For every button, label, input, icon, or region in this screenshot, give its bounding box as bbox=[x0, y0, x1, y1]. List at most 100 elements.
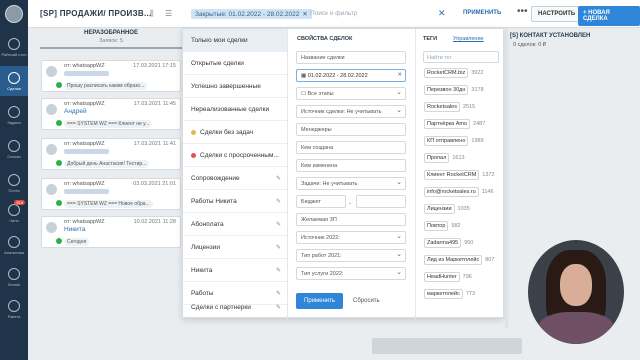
managers-field[interactable]: Менеджеры bbox=[296, 123, 406, 136]
tag-item[interactable]: маркетплейс 773 bbox=[424, 289, 475, 299]
close-icon[interactable]: ✕ bbox=[302, 11, 307, 18]
edit-pencil-icon[interactable]: ✎ bbox=[276, 244, 281, 251]
deal-card[interactable]: от: whatsappWZ 10.02.2021 11:28 Никита С… bbox=[41, 216, 181, 248]
tag-item[interactable]: Zadarma495 950 bbox=[424, 238, 473, 248]
tag-item[interactable]: Лид из Маркетплейс 807 bbox=[424, 255, 494, 265]
tag-label[interactable]: Перезвон 30дн bbox=[424, 85, 469, 95]
tag-search-input[interactable]: Найти тег bbox=[423, 51, 499, 63]
pipeline-title[interactable]: [SP] ПРОДАЖИ/ ПРОИЗВ... bbox=[40, 9, 152, 18]
tag-item[interactable]: Партнёрка Amo 2487 bbox=[424, 119, 485, 129]
sidebar-item-lists[interactable]: Списки bbox=[0, 134, 28, 164]
preset-nikita-works[interactable]: Работы Никита ✎ bbox=[183, 190, 287, 213]
deal-card[interactable]: от: whatsappWZ 17.03.2021 17:15 Прошу ра… bbox=[41, 60, 181, 92]
tag-label[interactable]: info@rocketsales.ru bbox=[424, 187, 479, 197]
active-filter-chip[interactable]: Закрытые: 01.02.2022 - 28.02.2022 ✕ bbox=[191, 9, 312, 19]
work-type-select[interactable]: Тип работ 2021: bbox=[296, 249, 406, 262]
tasks-select[interactable]: Задачи: Не учитывать bbox=[296, 177, 406, 190]
card-contact-name[interactable]: Андрей bbox=[64, 108, 87, 115]
more-options-icon[interactable]: ••• bbox=[517, 6, 528, 17]
preset-licenses[interactable]: Лицензии ✎ bbox=[183, 236, 287, 259]
sidebar-item-dashboard[interactable]: Рабочий стол bbox=[0, 32, 28, 62]
new-deal-button[interactable]: + НОВАЯ СДЕЛКА bbox=[578, 6, 640, 26]
preset-open-deals[interactable]: Открытые сделки bbox=[183, 52, 287, 75]
stages-select[interactable]: ☐ Все этапы bbox=[296, 87, 406, 100]
deal-card[interactable]: от: whatsappWZ 17.03.2021 11:45 Андрей =… bbox=[41, 98, 181, 130]
column-divider bbox=[40, 47, 182, 49]
tag-label[interactable]: Rocketsales bbox=[424, 102, 460, 112]
sidebar-item-deals[interactable]: Сделки bbox=[0, 66, 28, 96]
sidebar-item-analytics[interactable]: Аналитика bbox=[0, 230, 28, 260]
tag-item[interactable]: Клиент RocketCRM 1372 bbox=[424, 170, 495, 180]
preset-label: Сделки с партнерки bbox=[191, 304, 251, 311]
edit-pencil-icon[interactable]: ✎ bbox=[276, 198, 281, 205]
sidebar-item-tasks[interactable]: Задачи bbox=[0, 100, 28, 130]
date-range-field[interactable]: ▦ 01.02.2022 - 28.02.2022 ✕ bbox=[296, 69, 406, 82]
preset-support[interactable]: Сопровождение ✎ bbox=[183, 167, 287, 190]
preset-overdue-tasks[interactable]: Сделки с просроченным... bbox=[183, 144, 287, 167]
card-source: от: whatsappWZ bbox=[64, 141, 105, 147]
tag-label[interactable]: КП отправлено bbox=[424, 136, 469, 146]
tag-label[interactable]: Партнёрка Amo bbox=[424, 119, 471, 129]
edit-pencil-icon[interactable]: ✎ bbox=[276, 267, 281, 274]
tag-item[interactable]: info@rocketsales.ru 1146 bbox=[424, 187, 494, 197]
clear-date-icon[interactable]: ✕ bbox=[397, 72, 402, 78]
preset-no-tasks[interactable]: Сделки без задач bbox=[183, 121, 287, 144]
deal-card[interactable]: от: whatsappWZ 03.03.2021 21:01 === SYST… bbox=[41, 178, 181, 210]
tag-item[interactable]: RocketCRM.biz 3922 bbox=[424, 68, 483, 78]
changed-by-field[interactable]: Кем изменена bbox=[296, 159, 406, 172]
tag-label[interactable]: Лицензии bbox=[424, 204, 455, 214]
kanban-view-icon[interactable]: ⫼ bbox=[150, 9, 160, 18]
deal-name-input[interactable]: Название сделки bbox=[296, 51, 406, 64]
preset-my-deals[interactable]: Только мои сделки bbox=[183, 29, 287, 52]
setup-button[interactable]: НАСТРОИТЬ bbox=[531, 6, 583, 22]
tag-item[interactable]: Перезвон 30дн 3178 bbox=[424, 85, 484, 95]
tag-label[interactable]: Пропал bbox=[424, 153, 450, 163]
sidebar-item-mail[interactable]: Почта bbox=[0, 168, 28, 198]
preset-subscription[interactable]: Абонплата ✎ bbox=[183, 213, 287, 236]
manage-tags-link[interactable]: Управление bbox=[453, 36, 484, 42]
sidebar-item-sensei[interactable]: Sensei bbox=[0, 262, 28, 292]
budget-from-input[interactable]: Бюджет bbox=[296, 195, 346, 208]
deal-source-select[interactable]: Источник сделки: Не учитывать bbox=[296, 105, 406, 118]
tag-item[interactable]: Лицензии 1035 bbox=[424, 204, 470, 214]
edit-pencil-icon[interactable]: ✎ bbox=[276, 221, 281, 228]
service-type-select[interactable]: Тип услуги 2022: bbox=[296, 267, 406, 280]
tag-label[interactable]: Клиент RocketCRM bbox=[424, 170, 480, 180]
tag-item[interactable]: КП отправлено 1989 bbox=[424, 136, 484, 146]
tag-item[interactable]: HeadHunter 796 bbox=[424, 272, 472, 282]
edit-pencil-icon[interactable]: ✎ bbox=[276, 175, 281, 182]
user-avatar[interactable] bbox=[5, 5, 23, 23]
preset-lost-deals[interactable]: Нереализованные сделки bbox=[183, 98, 287, 121]
deals-icon bbox=[8, 71, 20, 84]
tag-item[interactable]: Повтор 982 bbox=[424, 221, 461, 231]
apply-filter-button[interactable]: ПРИМЕНИТЬ bbox=[463, 10, 501, 16]
deal-card[interactable]: от: whatsappWZ 17.03.2021 11:41 Добрый д… bbox=[41, 138, 181, 170]
preset-won-deals[interactable]: Успешно завершенные bbox=[183, 75, 287, 98]
tag-label[interactable]: Лид из Маркетплейс bbox=[424, 255, 483, 265]
tag-label[interactable]: HeadHunter bbox=[424, 272, 460, 282]
tag-label[interactable]: Повтор bbox=[424, 221, 449, 231]
clear-filter-icon[interactable]: ✕ bbox=[438, 8, 446, 19]
reset-button[interactable]: Сбросить bbox=[353, 298, 380, 304]
tag-label[interactable]: Zadarma495 bbox=[424, 238, 462, 248]
card-contact-name[interactable]: Никита bbox=[64, 226, 85, 233]
edit-pencil-icon[interactable]: ✎ bbox=[276, 304, 281, 311]
preset-nikita[interactable]: Никита ✎ bbox=[183, 259, 287, 282]
card-source: от: whatsappWZ bbox=[64, 181, 105, 187]
budget-to-input[interactable] bbox=[356, 195, 406, 208]
tag-label[interactable]: RocketCRM.biz bbox=[424, 68, 469, 78]
list-view-icon[interactable]: ☰ bbox=[165, 9, 175, 18]
source-2022-select[interactable]: Источник 2022: bbox=[296, 231, 406, 244]
tag-item[interactable]: Rocketsales 2515 bbox=[424, 102, 475, 112]
panel-scrollbar[interactable] bbox=[505, 28, 508, 328]
search-input[interactable]: Поиск и фильтр bbox=[310, 10, 358, 17]
desired-salary-field[interactable]: Желаемая ЗП bbox=[296, 213, 406, 226]
preset-partner-deals[interactable]: Сделки с партнерки ✎ bbox=[183, 296, 287, 319]
sidebar-item-rocket[interactable]: Ракета bbox=[0, 294, 28, 324]
tag-item[interactable]: Пропал 1613 bbox=[424, 153, 465, 163]
tag-label[interactable]: маркетплейс bbox=[424, 289, 463, 299]
apply-button[interactable]: Применить bbox=[296, 293, 344, 309]
calendar-icon: ▦ bbox=[301, 73, 308, 79]
sidebar-item-chats[interactable]: Чаты 519 bbox=[0, 198, 28, 228]
created-by-field[interactable]: Кем создана bbox=[296, 141, 406, 154]
